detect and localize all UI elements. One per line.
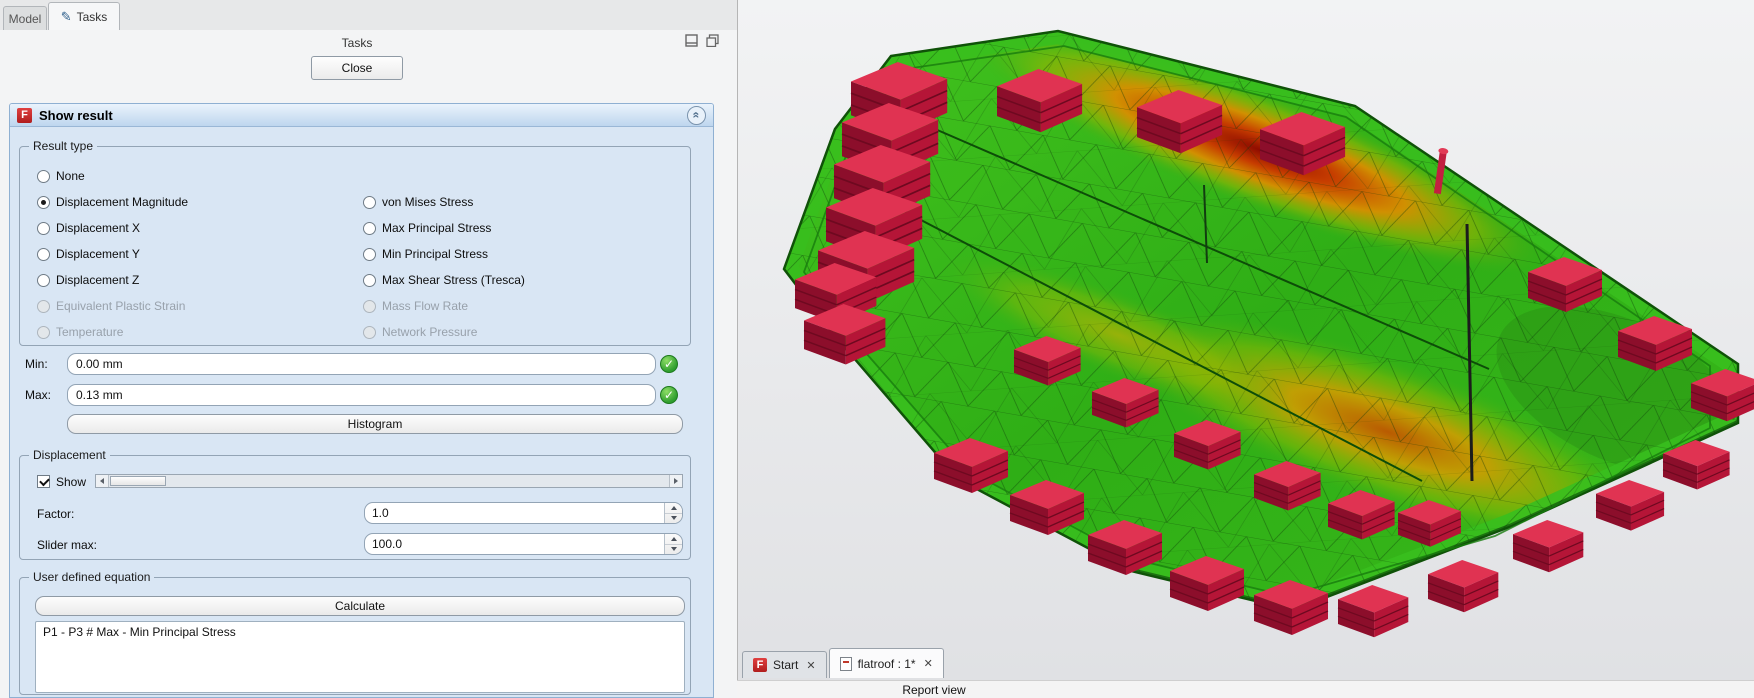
- radio-max-principal-stress[interactable]: Max Principal Stress: [363, 219, 491, 237]
- radio-circle: [37, 170, 50, 183]
- spin-down-button[interactable]: [665, 514, 682, 524]
- slider-max-label: Slider max:: [37, 538, 97, 552]
- report-view-titlebar: Report view: [737, 680, 1754, 698]
- radio-displacement-z[interactable]: Displacement Z: [37, 271, 139, 289]
- slider-right-arrow-icon[interactable]: [669, 475, 682, 487]
- equation-textarea[interactable]: P1 - P3 # Max - Min Principal Stress: [35, 621, 685, 693]
- radio-circle: [37, 248, 50, 261]
- doc-tab-flatroof[interactable]: flatroof : 1* ✕: [829, 648, 944, 678]
- min-label: Min:: [25, 357, 48, 371]
- radio-displacement-magnitude[interactable]: Displacement Magnitude: [37, 193, 188, 211]
- radio-circle: [37, 274, 50, 287]
- close-button[interactable]: Close: [311, 56, 403, 80]
- tasks-tab-label: Tasks: [77, 10, 108, 24]
- panel-titlebar: Tasks: [0, 30, 737, 54]
- model-tab-label: Model: [9, 12, 42, 26]
- radio-circle: [37, 300, 50, 313]
- result-type-legend: Result type: [29, 139, 97, 154]
- min-input[interactable]: [67, 353, 656, 375]
- displacement-legend: Displacement: [29, 448, 110, 463]
- radio-circle: [363, 196, 376, 209]
- radio-von-mises-stress[interactable]: von Mises Stress: [363, 193, 473, 211]
- radio-circle: [37, 222, 50, 235]
- radio-network-pressure: Network Pressure: [363, 323, 477, 341]
- radio-temperature: Temperature: [37, 323, 123, 341]
- radio-min-principal-stress[interactable]: Min Principal Stress: [363, 245, 488, 263]
- show-result-header[interactable]: F Show result «: [10, 104, 713, 127]
- 3d-viewport[interactable]: F Start ✕ flatroof : 1* ✕: [737, 0, 1754, 680]
- float-window-icon[interactable]: [706, 34, 719, 47]
- slider-left-arrow-icon[interactable]: [96, 475, 109, 487]
- equation-legend: User defined equation: [29, 570, 154, 585]
- radio-circle: [37, 326, 50, 339]
- pen-icon: ✎: [61, 10, 72, 23]
- slider-max-input[interactable]: [365, 534, 664, 554]
- radio-max-shear-stress[interactable]: Max Shear Stress (Tresca): [363, 271, 525, 289]
- dock-icon[interactable]: [685, 34, 698, 47]
- histogram-button[interactable]: Histogram: [67, 414, 683, 434]
- radio-equivalent-plastic-strain: Equivalent Plastic Strain: [37, 297, 185, 315]
- radio-circle: [363, 222, 376, 235]
- spin-down-button[interactable]: [665, 545, 682, 555]
- workbench-tabbar: Model ✎ Tasks: [0, 0, 737, 30]
- report-view-title: Report view: [902, 683, 965, 697]
- collapse-section-icon[interactable]: «: [687, 106, 706, 125]
- panel-title: Tasks: [0, 36, 714, 50]
- radio-circle: [363, 300, 376, 313]
- doc-tab-start[interactable]: F Start ✕: [742, 651, 827, 678]
- 3d-scene: [738, 0, 1754, 680]
- show-label: Show: [56, 475, 86, 489]
- factor-label: Factor:: [37, 507, 74, 521]
- calculate-button[interactable]: Calculate: [35, 596, 685, 616]
- spin-up-button[interactable]: [665, 503, 682, 514]
- radio-mass-flow-rate: Mass Flow Rate: [363, 297, 468, 315]
- freecad-icon: F: [753, 658, 767, 672]
- radio-circle: [363, 248, 376, 261]
- show-result-title: Show result: [39, 108, 680, 123]
- close-tab-icon[interactable]: ✕: [924, 657, 933, 670]
- factor-input[interactable]: [365, 503, 664, 523]
- displacement-slider[interactable]: [95, 474, 683, 488]
- document-icon: [840, 657, 852, 671]
- radio-none[interactable]: None: [37, 167, 85, 185]
- factor-spinbox: [364, 502, 683, 524]
- top-tab-tasks[interactable]: ✎ Tasks: [48, 2, 120, 30]
- max-input[interactable]: [67, 384, 656, 406]
- tasks-panel: Model ✎ Tasks Tasks Close F Show resul: [0, 0, 737, 698]
- radio-circle: [37, 196, 50, 209]
- slider-handle[interactable]: [110, 476, 166, 486]
- top-tab-model[interactable]: Model: [3, 6, 47, 30]
- close-tab-icon[interactable]: ✕: [806, 659, 815, 672]
- min-valid-check-icon: ✓: [660, 355, 678, 373]
- show-checkbox[interactable]: [37, 475, 50, 488]
- document-tabbar: F Start ✕ flatroof : 1* ✕: [742, 647, 944, 678]
- show-result-section: F Show result « Result type None Displac…: [9, 103, 714, 698]
- slider-max-spinbox: [364, 533, 683, 555]
- spin-up-button[interactable]: [665, 534, 682, 545]
- max-label: Max:: [25, 388, 51, 402]
- radio-displacement-y[interactable]: Displacement Y: [37, 245, 140, 263]
- show-result-body: Result type None Displacement Magnitude …: [10, 127, 713, 697]
- freecad-icon: F: [17, 108, 32, 123]
- radio-circle: [363, 274, 376, 287]
- radio-displacement-x[interactable]: Displacement X: [37, 219, 140, 237]
- max-valid-check-icon: ✓: [660, 386, 678, 404]
- radio-circle: [363, 326, 376, 339]
